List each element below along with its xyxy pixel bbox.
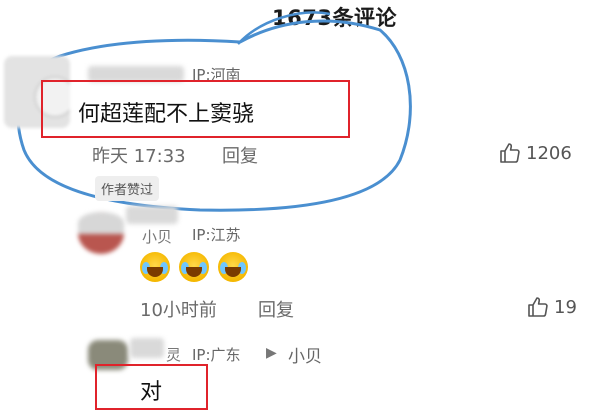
like-button[interactable]: 1206 (498, 141, 572, 165)
annotation-tail (237, 11, 331, 45)
laugh-cry-emoji-icon (140, 252, 170, 282)
username-fragment[interactable]: 灵 (166, 344, 181, 365)
comment-time: 10小时前 (140, 300, 217, 321)
reply-button[interactable]: 回复 (258, 296, 294, 322)
emoji-row (140, 252, 252, 286)
reply-button[interactable]: 回复 (222, 142, 258, 168)
avatar[interactable] (78, 212, 124, 254)
like-button[interactable]: 19 (526, 295, 577, 319)
thumbs-up-icon (500, 143, 520, 163)
username-blurred[interactable] (130, 338, 164, 358)
play-arrow-icon: ▶ (266, 345, 277, 361)
like-count: 1206 (526, 142, 572, 164)
username-blurred[interactable] (126, 206, 178, 224)
reply-to-user[interactable]: 小贝 (288, 342, 322, 367)
comment-text: 何超莲配不上窦骁 (78, 102, 255, 127)
author-liked-badge: 作者赞过 (95, 176, 160, 201)
comment-time: 昨天 17:33 (92, 146, 186, 167)
laugh-cry-emoji-icon (218, 252, 249, 282)
comment-text: 对 (140, 380, 163, 405)
thumbs-up-icon (528, 297, 548, 317)
like-count: 19 (554, 296, 577, 318)
laugh-cry-emoji-icon (179, 252, 210, 282)
username-fragment[interactable]: 小贝 (142, 226, 172, 247)
ip-location: IP:广东 (192, 346, 241, 364)
ip-location: IP:江苏 (192, 226, 241, 244)
